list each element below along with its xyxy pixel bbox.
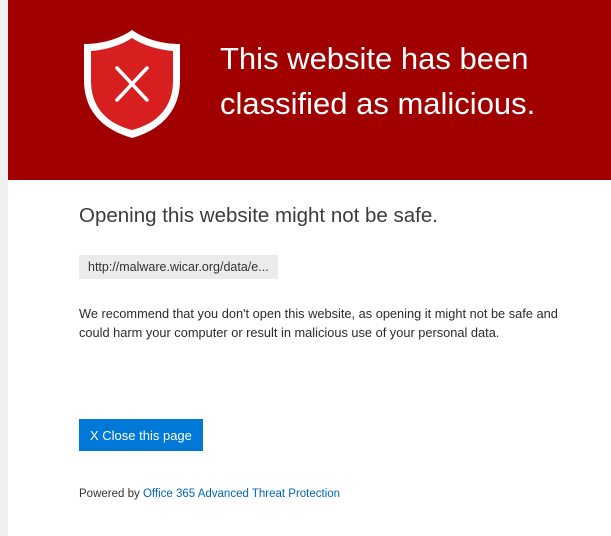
banner-title-line-2: classified as malicious. [220,86,536,121]
banner-title: This website has been classified as mali… [220,36,600,126]
banner-title-line-1: This website has been [220,41,529,76]
description-text: We recommend that you don't open this we… [79,306,558,340]
main-content: Opening this website might not be safe. … [8,180,611,536]
warning-banner: This website has been classified as mali… [8,0,611,180]
close-page-button[interactable]: X Close this page [79,419,203,451]
shield-x-icon [84,30,180,138]
atp-link[interactable]: Office 365 Advanced Threat Protection [143,488,340,500]
powered-by-prefix: Powered by [79,488,140,500]
left-gutter [0,0,8,536]
blocked-url: http://malware.wicar.org/data/e... [79,255,278,279]
warning-page: This website has been classified as mali… [0,0,611,536]
powered-by: Powered by Office 365 Advanced Threat Pr… [79,488,340,500]
page-subtitle: Opening this website might not be safe. [79,204,438,227]
